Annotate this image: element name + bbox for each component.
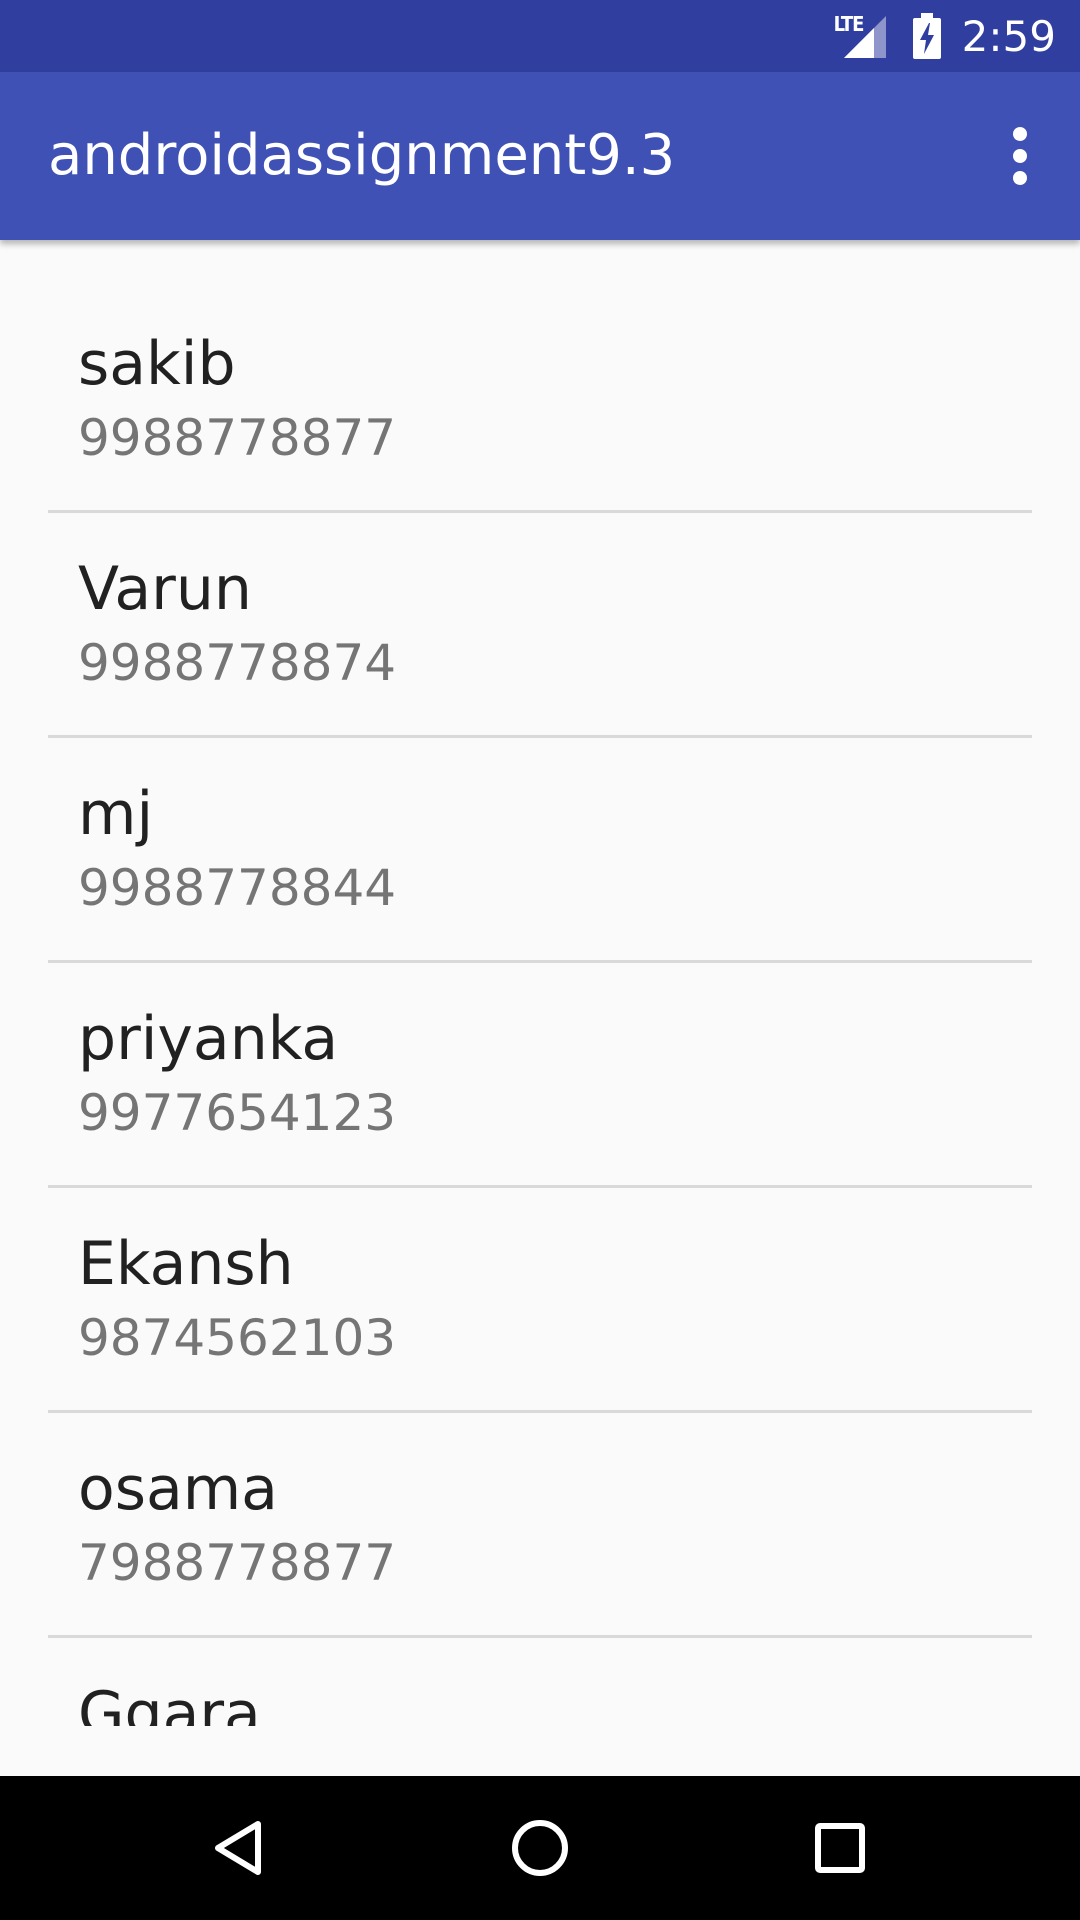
list-item[interactable]: mj 9988778844 <box>48 738 1032 963</box>
contact-name: mj <box>78 779 154 849</box>
status-bar: LTE 2:59 <box>0 0 1080 72</box>
status-icons: LTE 2:59 <box>834 0 1056 72</box>
list-item[interactable]: sakib 9988778877 <box>48 288 1032 513</box>
app-title: androidassignment9.3 <box>48 123 676 188</box>
recents-icon <box>815 1823 865 1873</box>
screen: LTE 2:59 androidassignment9.3 sakib 9988… <box>0 0 1080 1920</box>
app-bar: androidassignment9.3 <box>0 72 1080 240</box>
clock: 2:59 <box>961 11 1056 61</box>
contact-name: osama <box>78 1454 278 1524</box>
list-item[interactable]: priyanka 9977654123 <box>48 963 1032 1188</box>
back-icon <box>215 1821 261 1875</box>
overflow-dot <box>1013 171 1027 185</box>
network-type-label: LTE <box>833 12 865 36</box>
list-item[interactable]: Ggara <box>48 1638 1032 1726</box>
contact-phone: 7988778877 <box>78 1534 397 1592</box>
contact-phone: 9977654123 <box>78 1084 397 1142</box>
contact-phone: 9988778874 <box>78 634 397 692</box>
overflow-dot <box>1013 127 1027 141</box>
contact-phone: 9874562103 <box>78 1309 397 1367</box>
list-item[interactable]: Ekansh 9874562103 <box>48 1188 1032 1413</box>
back-button[interactable] <box>160 1776 320 1920</box>
navigation-bar <box>0 1776 1080 1920</box>
contact-list[interactable]: sakib 9988778877 Varun 9988778874 mj 998… <box>48 288 1032 1726</box>
contact-phone: 9988778844 <box>78 859 397 917</box>
home-button[interactable] <box>460 1776 620 1920</box>
contact-name: Ekansh <box>78 1229 294 1299</box>
lte-signal-icon: LTE <box>834 12 890 60</box>
contact-name: sakib <box>78 329 236 399</box>
home-icon <box>512 1820 568 1876</box>
contact-name: Varun <box>78 554 252 624</box>
contact-name: priyanka <box>78 1004 339 1074</box>
list-item[interactable]: Varun 9988778874 <box>48 513 1032 738</box>
overflow-menu-icon[interactable] <box>984 108 1056 204</box>
list-item[interactable]: osama 7988778877 <box>48 1413 1032 1638</box>
contact-phone: 9988778877 <box>78 409 397 467</box>
contact-name: Ggara <box>78 1679 261 1726</box>
overflow-dot <box>1013 149 1027 163</box>
battery-charging-icon <box>912 13 941 59</box>
recents-button[interactable] <box>760 1776 920 1920</box>
